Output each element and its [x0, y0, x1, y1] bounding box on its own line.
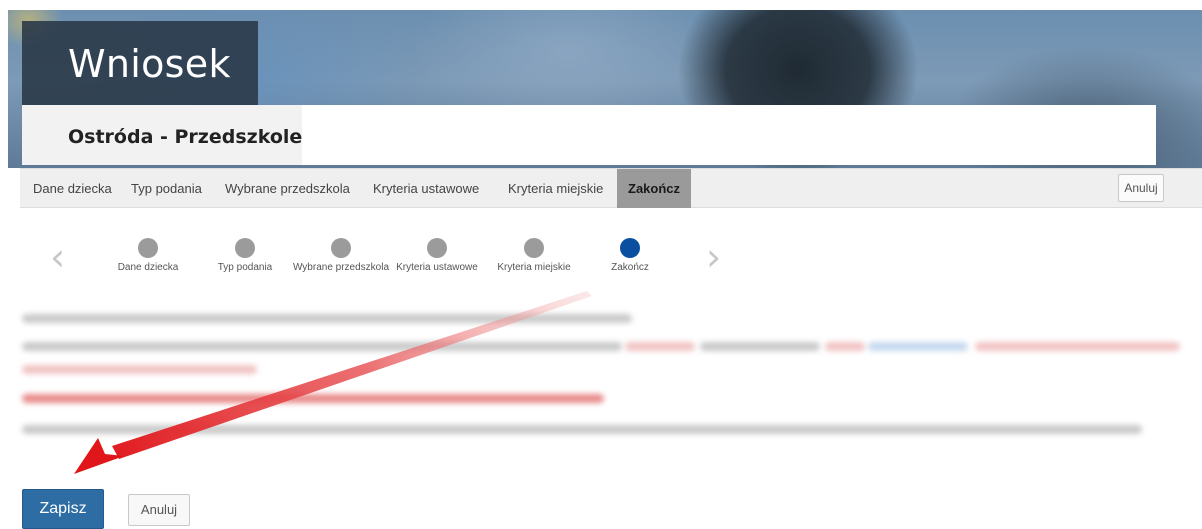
save-button[interactable]: Zapisz [22, 489, 104, 529]
red-arrow-annotation [74, 291, 592, 474]
arrow-shaft [112, 291, 592, 459]
cancel-button[interactable]: Anuluj [128, 494, 190, 526]
arrow-head [74, 438, 124, 474]
